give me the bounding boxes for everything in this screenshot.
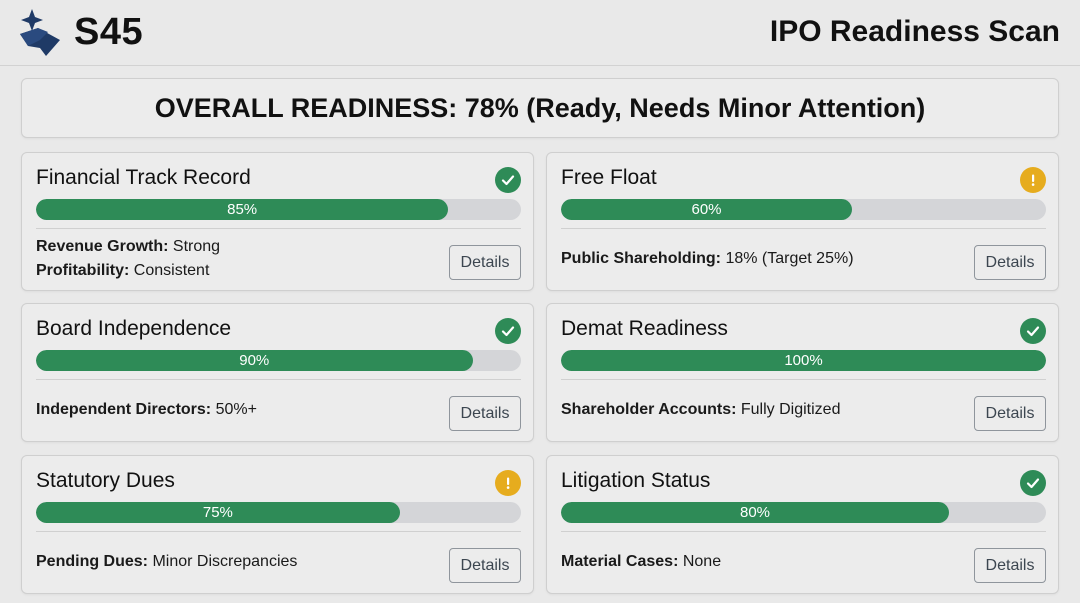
metric-label: Pending Dues: (36, 553, 149, 570)
card-metrics: Material Cases: None (561, 536, 961, 588)
card-financial-track-record: Financial Track Record 85% Revenue Growt… (21, 152, 534, 291)
card-title: Demat Readiness (561, 317, 728, 340)
metric-row: Revenue Growth: Strong (36, 235, 436, 259)
details-button[interactable]: Details (449, 396, 521, 431)
metric-label: Material Cases: (561, 553, 679, 570)
card-metrics: Independent Directors: 50%+ (36, 384, 436, 436)
warning-circle-icon (495, 470, 521, 496)
diamond-star-logo-icon (20, 9, 60, 56)
app-header: S45 IPO Readiness Scan (0, 0, 1080, 66)
metric-value: Strong (168, 238, 221, 255)
metric-value: None (678, 553, 722, 570)
metric-label: Profitability: (36, 262, 130, 279)
card-statutory-dues: Statutory Dues 75% Pending Dues: Minor D… (21, 455, 534, 594)
progress-bar: 90% (36, 350, 521, 371)
metric-value: Consistent (129, 262, 210, 279)
check-circle-icon (495, 167, 521, 193)
check-circle-icon (1020, 318, 1046, 344)
page-title: IPO Readiness Scan (769, 15, 1060, 48)
metric-row: Material Cases: None (561, 550, 961, 574)
card-divider (36, 228, 521, 229)
details-button[interactable]: Details (449, 245, 521, 280)
metric-row: Profitability: Consistent (36, 259, 436, 283)
card-title: Financial Track Record (36, 166, 251, 189)
metric-label: Revenue Growth: (36, 238, 169, 255)
card-divider (36, 379, 521, 380)
check-circle-icon (1020, 470, 1046, 496)
card-free-float: Free Float 60% Public Shareholding: 18% … (546, 152, 1059, 291)
details-button[interactable]: Details (449, 548, 521, 583)
brand-name: S45 (74, 11, 144, 53)
progress-bar: 75% (36, 502, 521, 523)
metric-value: 50%+ (211, 401, 257, 418)
card-metrics: Shareholder Accounts: Fully Digitized (561, 384, 961, 436)
progress-label: 85% (227, 201, 258, 218)
progress-bar: 85% (36, 199, 521, 220)
card-board-independence: Board Independence 90% Independent Direc… (21, 303, 534, 442)
metric-label: Independent Directors: (36, 401, 212, 418)
card-title: Free Float (561, 166, 657, 189)
progress-label: 80% (739, 504, 771, 521)
card-divider (561, 531, 1046, 532)
details-button[interactable]: Details (974, 548, 1046, 583)
metric-row: Pending Dues: Minor Discrepancies (36, 550, 436, 574)
progress-bar: 60% (561, 199, 1046, 220)
progress-bar: 80% (561, 502, 1046, 523)
progress-label: 75% (202, 504, 233, 521)
metric-label: Shareholder Accounts: (561, 401, 737, 418)
warning-circle-icon (1020, 167, 1046, 193)
progress-bar: 100% (561, 350, 1046, 371)
details-button[interactable]: Details (974, 396, 1046, 431)
metric-value: 18% (Target 25%) (721, 250, 854, 267)
progress-label: 60% (691, 201, 722, 218)
card-title: Statutory Dues (36, 469, 175, 492)
card-title: Litigation Status (561, 469, 711, 492)
metric-value: Minor Discrepancies (148, 553, 298, 570)
progress-label: 90% (239, 352, 270, 369)
card-metrics: Pending Dues: Minor Discrepancies (36, 536, 436, 588)
metric-row: Public Shareholding: 18% (Target 25%) (561, 247, 961, 271)
card-demat-readiness: Demat Readiness 100% Shareholder Account… (546, 303, 1059, 442)
metric-row: Shareholder Accounts: Fully Digitized (561, 398, 961, 422)
details-button[interactable]: Details (974, 245, 1046, 280)
card-metrics: Revenue Growth: Strong Profitability: Co… (36, 233, 436, 285)
metric-row: Independent Directors: 50%+ (36, 398, 436, 422)
card-metrics: Public Shareholding: 18% (Target 25%) (561, 233, 961, 285)
check-circle-icon (495, 318, 521, 344)
card-divider (561, 228, 1046, 229)
overall-readiness-banner: OVERALL READINESS: 78% (Ready, Needs Min… (21, 78, 1059, 138)
card-divider (561, 379, 1046, 380)
metric-value: Fully Digitized (736, 401, 841, 418)
metric-label: Public Shareholding: (561, 250, 722, 267)
progress-label: 100% (784, 352, 823, 369)
card-title: Board Independence (36, 317, 231, 340)
card-litigation-status: Litigation Status 80% Material Cases: No… (546, 455, 1059, 594)
card-divider (36, 531, 521, 532)
